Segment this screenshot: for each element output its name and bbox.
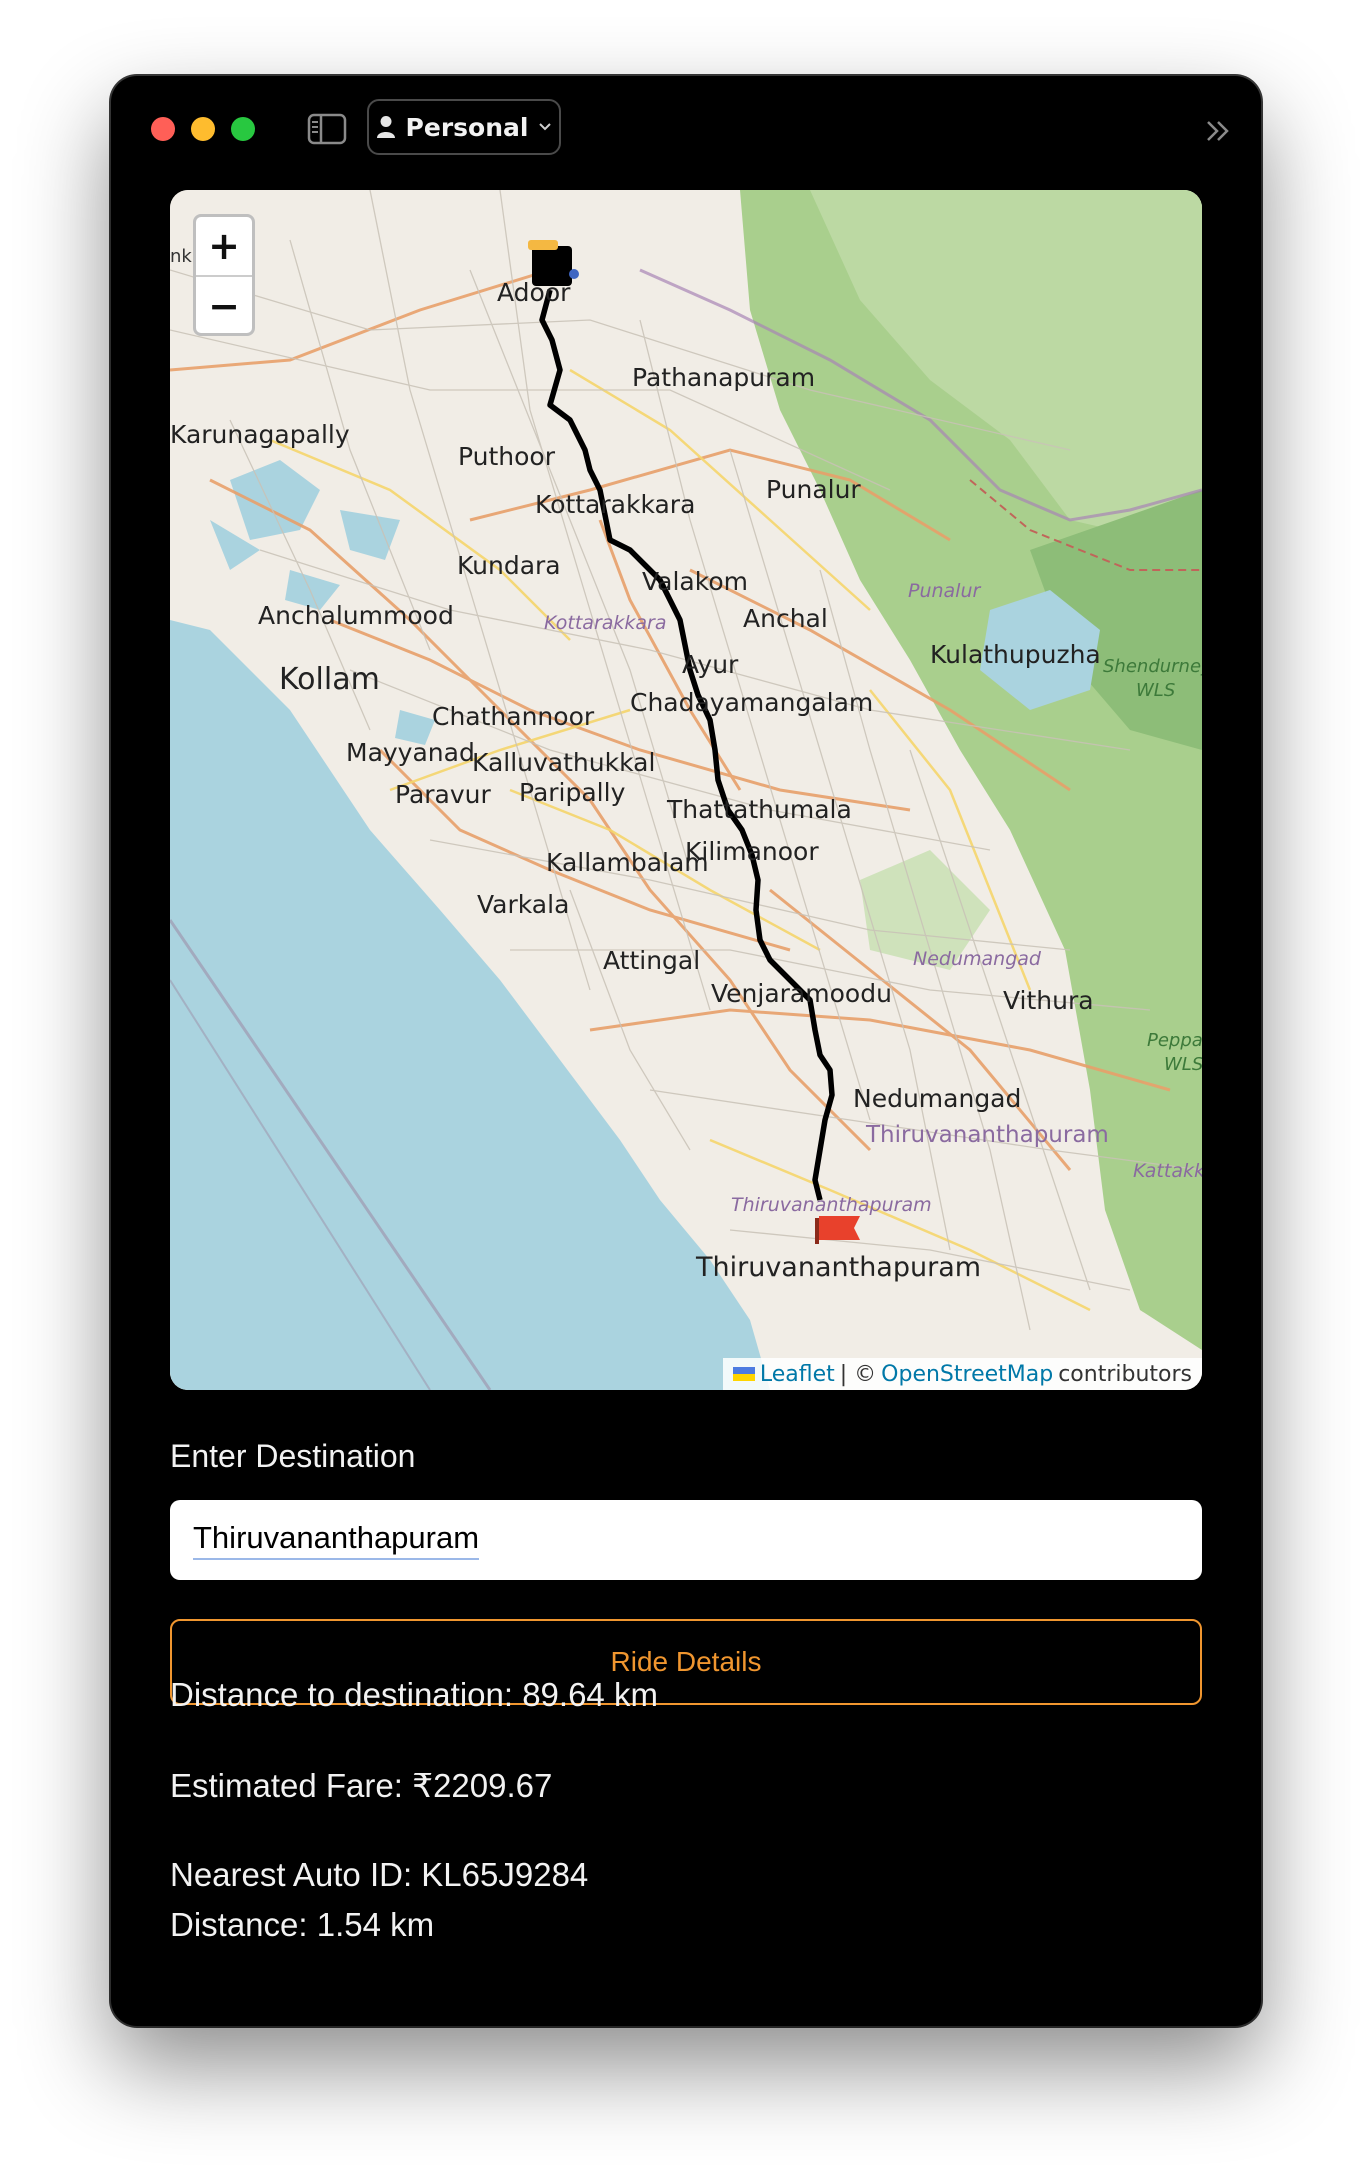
close-window-button[interactable]	[151, 117, 175, 141]
map-label-thiruvananthapuram-district: Thiruvananthapuram	[731, 1194, 932, 1216]
map-label-kattakkada: Kattakk	[1133, 1160, 1202, 1182]
title-bar: Personal	[111, 76, 1261, 186]
map-label-kottarakkara: Kottarakkara	[535, 490, 696, 519]
sidebar-toggle-icon[interactable]	[307, 112, 347, 146]
map-label: nk	[170, 246, 192, 267]
map-label-kalluvathukkal: Kalluvathukkal	[472, 748, 656, 777]
zoom-control: + −	[193, 214, 255, 336]
map-label-anchal: Anchal	[743, 604, 828, 633]
map-label-nedumangad-district: Nedumangad	[913, 948, 1041, 970]
expand-sidebar-icon[interactable]	[1203, 116, 1233, 146]
map-label-thiruvananthapuram-city: Thiruvananthapuram	[696, 1252, 982, 1283]
destination-input-value: Thiruvananthapuram	[193, 1520, 480, 1560]
map-label-chathannoor: Chathannoor	[432, 702, 595, 731]
map-label-kollam: Kollam	[279, 662, 380, 697]
zoom-in-button[interactable]: +	[196, 217, 252, 275]
map-label-venjaramoodu: Venjaramoodu	[711, 979, 892, 1008]
map-label-shendurney-wls: WLS	[1136, 680, 1176, 701]
map-label-vithura: Vithura	[1003, 986, 1094, 1015]
auto-distance-text: Distance: 1.54 km	[170, 1906, 435, 1943]
nearest-auto-id-text: Nearest Auto ID: KL65J9284	[170, 1856, 589, 1893]
map-label-shendurney: Shendurney	[1103, 656, 1202, 677]
person-icon	[376, 116, 395, 138]
map-label-thattathumala: Thattathumala	[667, 795, 852, 824]
destination-label: Enter Destination	[170, 1438, 416, 1474]
map-label-kundara: Kundara	[457, 551, 561, 580]
map-label-valakom: Valakom	[642, 567, 748, 596]
zoom-out-button[interactable]: −	[196, 275, 252, 335]
leaflet-link[interactable]: Leaflet	[760, 1362, 835, 1387]
map-label-peppara: Peppa	[1147, 1030, 1202, 1051]
map-label-paripally: Paripally	[519, 778, 626, 807]
map-label-kottarakkara-district: Kottarakkara	[544, 612, 667, 634]
profile-label: Personal	[405, 112, 529, 142]
route-map[interactable]: + − nk Adoor Pathanapuram Karunagapally …	[170, 190, 1202, 1390]
map-label-pathanapuram: Pathanapuram	[632, 363, 816, 392]
minimize-window-button[interactable]	[191, 117, 215, 141]
map-attribution: Leaflet | © OpenStreetMap contributors	[722, 1358, 1202, 1390]
map-label-puthoor: Puthoor	[458, 442, 555, 471]
map-label-chadayamangalam: Chadayamangalam	[630, 688, 874, 717]
map-label-kallambalam: Kallambalam	[546, 848, 709, 877]
map-label-adoor: Adoor	[497, 278, 571, 307]
distance-to-destination-text: Distance to destination: 89.64 km	[170, 1676, 658, 1713]
map-label-peppara-wls: WLS	[1164, 1054, 1202, 1075]
ukraine-flag-icon	[732, 1367, 755, 1381]
estimated-fare-text: Estimated Fare: ₹2209.67	[170, 1767, 553, 1804]
map-label-punalur-district: Punalur	[908, 580, 981, 602]
map-label-attingal: Attingal	[603, 946, 701, 975]
app-window: Personal + − nk Adoor Pathanapuram Karun…	[111, 76, 1261, 2026]
map-label-punalur: Punalur	[766, 475, 861, 504]
map-label-karunagapally: Karunagapally	[170, 420, 350, 449]
map-label-kulathupuzha: Kulathupuzha	[930, 640, 1101, 669]
map-label-anchalummood: Anchalummood	[258, 601, 454, 630]
openstreetmap-link[interactable]: OpenStreetMap	[881, 1362, 1053, 1387]
attribution-separator: | ©	[839, 1361, 877, 1387]
map-label-paravur: Paravur	[395, 780, 491, 809]
chevron-down-icon	[539, 123, 552, 131]
map-label-thiruvananthapuram-district-large: Thiruvananthapuram	[866, 1122, 1109, 1148]
maximize-window-button[interactable]	[231, 117, 255, 141]
attribution-contributors: contributors	[1058, 1361, 1192, 1387]
map-label-varkala: Varkala	[477, 890, 570, 919]
map-label-mayyanad: Mayyanad	[346, 738, 475, 767]
destination-input[interactable]: Thiruvananthapuram	[170, 1500, 1202, 1580]
profile-switcher-button[interactable]: Personal	[367, 99, 561, 155]
map-label-nedumangad: Nedumangad	[853, 1084, 1022, 1113]
map-label-ayur: Ayur	[682, 650, 739, 679]
